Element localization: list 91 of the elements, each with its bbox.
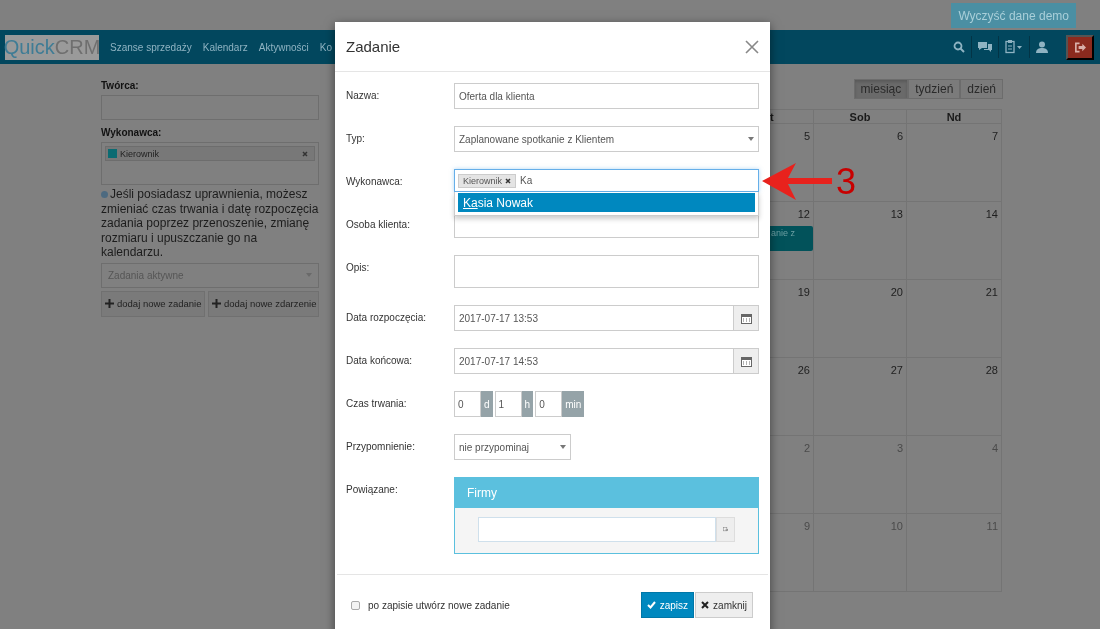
- field-label: Powiązane:: [346, 483, 399, 497]
- info-icon: [101, 191, 108, 199]
- view-tab[interactable]: tydzień: [908, 79, 961, 99]
- text-field[interactable]: Oferta dla klienta: [454, 83, 759, 109]
- clipboard-icon[interactable]: [1005, 40, 1023, 54]
- calendar-icon: [740, 355, 752, 367]
- date-field[interactable]: 2017-07-17 13:53: [454, 305, 734, 331]
- day-number: 13: [890, 208, 903, 220]
- day-cell[interactable]: 14: [907, 202, 1002, 280]
- day-number: 5: [803, 130, 810, 142]
- field-label: Wykonawca:: [346, 175, 404, 189]
- nav-link[interactable]: Kalendarz: [202, 41, 248, 53]
- assignee-field[interactable]: Kierownik: [101, 142, 319, 185]
- field-label: Przypomnienie:: [346, 440, 416, 454]
- unit-label: d: [481, 391, 493, 417]
- user-icon[interactable]: [1036, 40, 1048, 54]
- arrow-icon: [762, 163, 832, 201]
- unit-label: min: [562, 391, 585, 417]
- caret-icon: [748, 137, 754, 141]
- check-icon: [646, 601, 656, 609]
- calendar-button[interactable]: [734, 348, 759, 374]
- field-label: Wykonawca:: [101, 127, 163, 139]
- day-number: 14: [985, 208, 998, 220]
- field-label: Czas trwania:: [346, 397, 408, 411]
- day-cell[interactable]: 12 anie z: [770, 202, 814, 280]
- checkbox-label: po zapisie utwórz nowe zadanie: [368, 599, 510, 611]
- duration-field[interactable]: 0: [454, 391, 481, 417]
- assignee-tag: Kierownik: [105, 146, 315, 161]
- suggestion-item[interactable]: Kasia Nowak: [458, 193, 755, 212]
- save-button[interactable]: zapisz: [640, 592, 695, 618]
- day-header: Nd: [907, 109, 1002, 124]
- field-label: Data końcowa:: [346, 354, 414, 368]
- search-field[interactable]: [478, 517, 716, 542]
- info-text: Jeśli posiadasz uprawnienia, możesz zmieniać czas trwania i datę rozpoczęcia zadania poprzez przenoszenie, zmianę rozmiaru i upuszczanie go na kalendarzu.: [101, 187, 319, 260]
- day-cell[interactable]: 28: [907, 358, 1002, 436]
- view-tab[interactable]: dzień: [960, 79, 1003, 99]
- plus-icon: [105, 299, 114, 309]
- day-number: 12: [797, 208, 810, 220]
- day-cell[interactable]: 27: [814, 358, 907, 436]
- close-icon: [701, 601, 710, 609]
- nav-link[interactable]: Ko: [319, 41, 332, 53]
- day-number: 20: [890, 286, 903, 298]
- logout-icon: [1074, 41, 1086, 53]
- plus-icon: [212, 299, 221, 309]
- duration-field[interactable]: 1: [494, 391, 522, 417]
- field-label: Typ:: [346, 132, 366, 146]
- close-button[interactable]: [745, 39, 759, 54]
- calendar-icon: [740, 312, 752, 324]
- dialog-title: Zadanie: [346, 38, 401, 55]
- window-arrow-icon: [723, 525, 728, 534]
- panel-title: Firmy: [455, 478, 758, 508]
- select-field[interactable]: nie przypominaj: [454, 434, 571, 460]
- duration-field[interactable]: 0: [535, 391, 563, 417]
- search-icon[interactable]: [953, 40, 965, 54]
- field-label: Twórca:: [101, 80, 140, 92]
- add-button[interactable]: dodaj nowe zadanie: [101, 290, 205, 317]
- day-number: 21: [985, 286, 998, 298]
- day-cell[interactable]: 20: [814, 280, 907, 358]
- field-label: Opis:: [346, 261, 371, 275]
- remove-icon[interactable]: [505, 177, 511, 184]
- select-field[interactable]: Zaplanowane spotkanie z Klientem: [454, 126, 759, 152]
- day-number: 7: [991, 130, 998, 142]
- tag-chip: Kierownik: [458, 173, 516, 188]
- calendar-event[interactable]: anie z: [770, 226, 813, 251]
- view-tab[interactable]: miesiąc: [853, 79, 909, 99]
- day-number: 19: [797, 286, 810, 298]
- calendar-button[interactable]: [734, 305, 759, 331]
- chat-icon[interactable]: [978, 40, 992, 54]
- day-header: Sob: [814, 109, 907, 124]
- day-cell[interactable]: 13: [814, 202, 907, 280]
- day-number: 26: [797, 364, 810, 376]
- close-icon: [745, 39, 759, 54]
- add-button[interactable]: dodaj nowe zdarzenie: [208, 290, 319, 317]
- clear-demo-button[interactable]: Wyczyść dane demo: [951, 3, 1076, 28]
- field-label: Data rozpoczęcia:: [346, 311, 428, 325]
- textarea-field[interactable]: [454, 255, 759, 288]
- nav-link[interactable]: Szanse sprzedaży: [110, 41, 192, 53]
- day-number: 28: [985, 364, 998, 376]
- date-field[interactable]: 2017-07-17 14:53: [454, 348, 734, 374]
- nav-link[interactable]: Aktywności: [258, 41, 309, 53]
- annotation-number: 3: [836, 164, 857, 200]
- day-cell[interactable]: 21: [907, 280, 1002, 358]
- field-label: Osoba klienta:: [346, 218, 411, 232]
- field-label: Nazwa:: [346, 89, 381, 103]
- close-dialog-button[interactable]: zamknij: [695, 592, 753, 618]
- day-number: 6: [896, 130, 903, 142]
- caret-icon: [560, 445, 566, 449]
- logout-button[interactable]: [1066, 34, 1094, 60]
- day-number: 27: [890, 364, 903, 376]
- day-cell[interactable]: 7: [907, 124, 1002, 202]
- checkbox[interactable]: [351, 600, 360, 610]
